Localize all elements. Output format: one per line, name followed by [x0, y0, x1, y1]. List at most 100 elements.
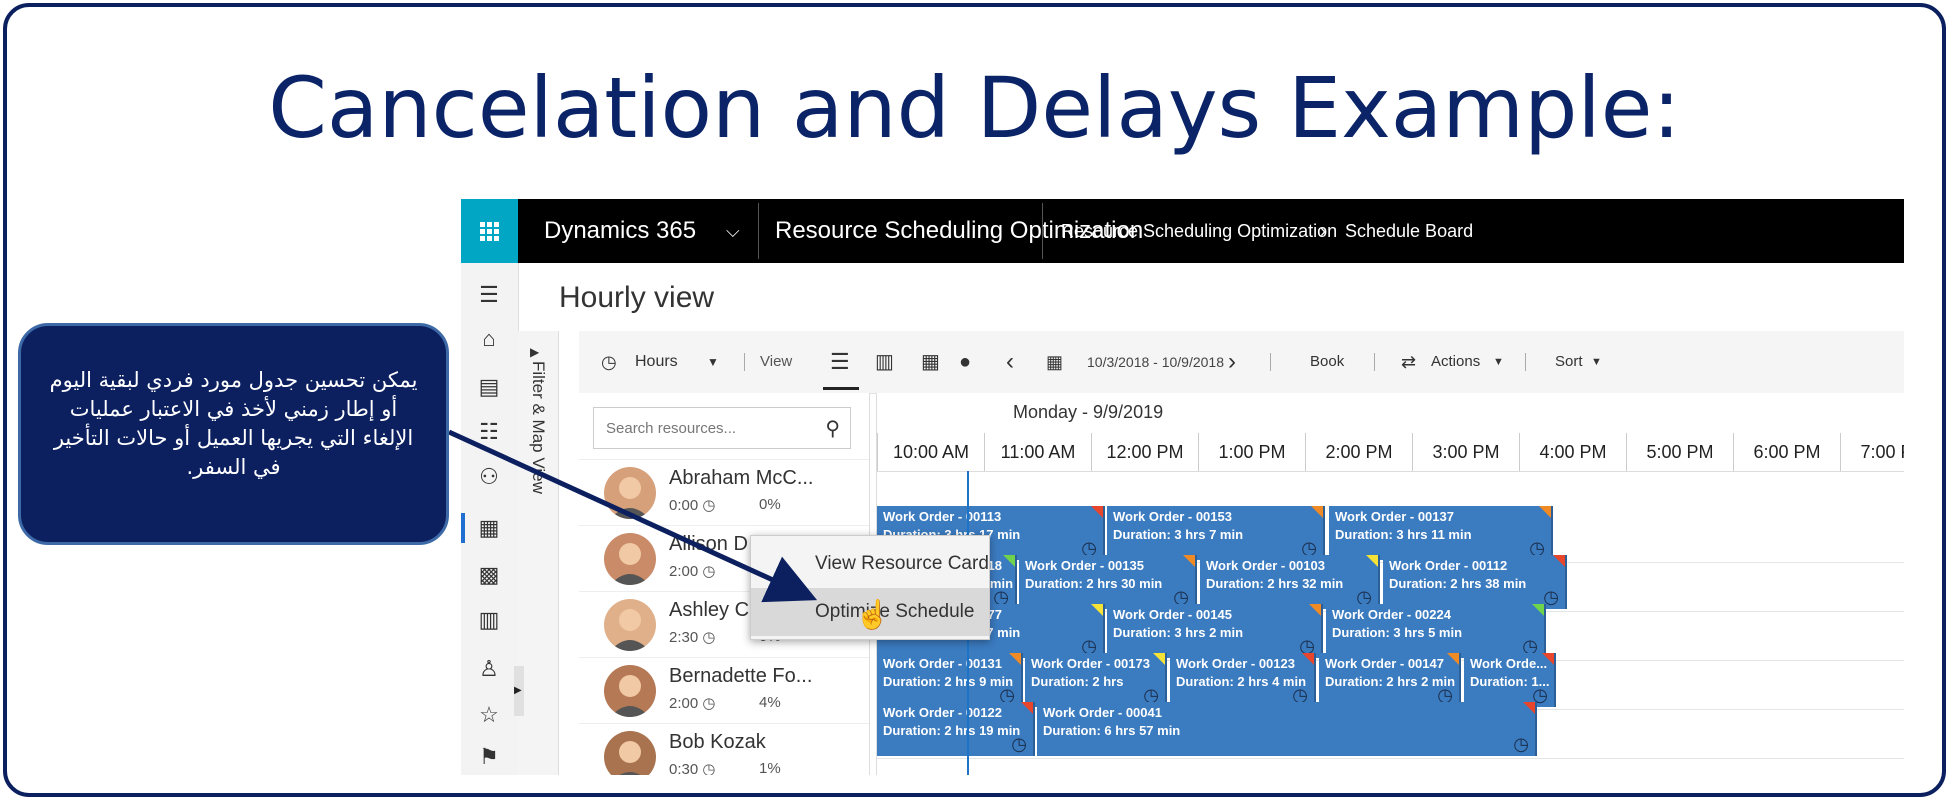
resource-row[interactable]: Abraham McC... 0:00 ◷ 0%: [579, 459, 869, 526]
expand-chevron-icon[interactable]: ▶: [530, 345, 539, 359]
grid-view-icon[interactable]: ▦: [921, 331, 940, 393]
product-name[interactable]: Dynamics 365: [544, 199, 696, 263]
priority-flag: [1447, 653, 1459, 665]
hour-label: 3:00 PM: [1412, 433, 1519, 471]
priority-flag: [1183, 555, 1195, 567]
list-person-icon[interactable]: ☷: [475, 418, 503, 446]
menu-item-view-resource-card[interactable]: View Resource Card: [751, 540, 989, 588]
hour-label: 7:00 PM: [1840, 433, 1904, 471]
priority-flag: [1539, 506, 1551, 518]
calendar-clock-icon[interactable]: ▩: [475, 561, 503, 589]
work-order-booking[interactable]: Work Order - 00131 Duration: 2 hrs 9 min ◷: [877, 653, 1023, 707]
caret-down-icon[interactable]: ▼: [707, 331, 719, 393]
work-order-booking[interactable]: Work Order - 00145 Duration: 3 hrs 2 min ◷: [1107, 604, 1323, 658]
previous-arrow-icon[interactable]: ‹: [1006, 331, 1014, 393]
actions-dropdown[interactable]: Actions: [1431, 331, 1480, 393]
priority-flag: [1091, 604, 1103, 616]
search-icon[interactable]: ⚲: [825, 416, 840, 441]
work-order-duration: Duration: 6 hrs 57 min: [1043, 723, 1181, 738]
star-icon[interactable]: ☆: [475, 701, 503, 729]
chevron-down-icon[interactable]: ⌵: [726, 199, 740, 263]
priority-flag: [1309, 604, 1321, 616]
book-button[interactable]: Book: [1310, 331, 1344, 393]
context-menu: View Resource Card Optimize Schedule ☝: [750, 535, 990, 640]
hand-cursor-icon: ☝: [855, 599, 890, 630]
breadcrumb-item-module[interactable]: Resource Scheduling Optimization: [1061, 199, 1337, 263]
hours-dropdown[interactable]: Hours: [635, 331, 678, 393]
list-view-icon[interactable]: ☰: [830, 331, 850, 393]
work-order-duration: Duration: 2 hrs 9 min: [883, 674, 1014, 689]
work-order-title: Work Order - 00224: [1332, 607, 1451, 622]
work-order-duration: Duration: 3 hrs 2 min: [1113, 625, 1244, 640]
calendar-picker-icon[interactable]: ▦: [1046, 331, 1063, 393]
person-settings-icon[interactable]: ♙: [475, 655, 503, 683]
work-order-booking[interactable]: Work Order - 00112 Duration: 2 hrs 38 min…: [1383, 555, 1567, 609]
work-order-booking[interactable]: Work Order - 00103 Duration: 2 hrs 32 min…: [1200, 555, 1380, 609]
resource-name[interactable]: Bernadette Fo...: [669, 665, 812, 688]
work-order-booking[interactable]: Work Order - 00153 Duration: 3 hrs 7 min ◷: [1107, 506, 1325, 560]
app-launcher-button[interactable]: [461, 199, 518, 263]
view-label: View: [760, 353, 793, 370]
active-nav-indicator: [461, 513, 465, 543]
calendar-list-icon[interactable]: ▥: [475, 606, 503, 634]
resource-utilization: 4%: [759, 694, 781, 711]
date-range[interactable]: 10/3/2018 - 10/9/2018: [1087, 331, 1224, 393]
flag-icon[interactable]: ⚑: [475, 743, 503, 771]
work-order-booking[interactable]: Work Order - 00123 Duration: 2 hrs 4 min ◷: [1170, 653, 1316, 707]
work-order-title: Work Order - 00123: [1176, 656, 1295, 671]
clock-icon: ◷: [601, 352, 617, 372]
resource-utilization: 0%: [759, 496, 781, 513]
resource-name[interactable]: Ashley C: [669, 599, 749, 622]
work-order-booking[interactable]: Work Order - 00041 Duration: 6 hrs 57 min…: [1037, 702, 1537, 756]
work-order-duration: Duration: 2 hrs 2 min: [1325, 674, 1456, 689]
arabic-callout: يمكن تحسين جدول مورد فردي لبقية اليوم أو…: [18, 323, 449, 545]
resource-hours: 0:00 ◷: [669, 497, 716, 514]
work-order-booking[interactable]: Work Order - 00137 Duration: 3 hrs 11 min…: [1329, 506, 1553, 560]
priority-flag: [1021, 702, 1033, 714]
work-order-title: Work Order - 00135: [1025, 558, 1144, 573]
work-order-booking[interactable]: Work Order - 00147 Duration: 2 hrs 2 min ◷: [1319, 653, 1461, 707]
resource-name[interactable]: Abraham McC...: [669, 467, 813, 490]
priority-flag: [1091, 506, 1103, 518]
work-order-booking[interactable]: Work Order - 00173 Duration: 2 hrs ◷: [1025, 653, 1167, 707]
breadcrumb-item-schedule-board[interactable]: Schedule Board: [1345, 199, 1473, 263]
hour-header-row: 10:00 AM 11:00 AM 12:00 PM 1:00 PM 2:00 PM 3:…: [877, 433, 1904, 472]
work-order-duration: Duration: 2 hrs 32 min: [1206, 576, 1344, 591]
hour-label: 4:00 PM: [1519, 433, 1626, 471]
hamburger-menu-icon[interactable]: ☰: [475, 281, 503, 309]
work-order-booking[interactable]: Work Order - 00224 Duration: 3 hrs 5 min ◷: [1326, 604, 1546, 658]
document-person-icon[interactable]: ▤: [475, 373, 503, 401]
work-order-duration: Duration: 2 hrs 38 min: [1389, 576, 1527, 591]
sort-dropdown[interactable]: Sort: [1555, 331, 1583, 393]
filter-map-pane[interactable]: ▶ Filter & Map View ▶: [514, 331, 559, 775]
resource-hours: 0:30 ◷: [669, 760, 715, 775]
search-input[interactable]: [606, 408, 806, 448]
work-order-booking[interactable]: Work Order - 00122 Duration: 2 hrs 19 min…: [877, 702, 1035, 756]
priority-flag: [1553, 555, 1565, 567]
calendar-icon[interactable]: ▦: [475, 514, 503, 542]
resource-name[interactable]: Bob Kozak: [669, 731, 766, 754]
collapse-handle-icon[interactable]: ▶: [514, 666, 524, 716]
work-order-duration: Duration: 2 hrs: [1031, 674, 1124, 689]
globe-icon[interactable]: ●: [959, 331, 971, 393]
resource-utilization: 1%: [759, 760, 781, 775]
caret-down-icon[interactable]: ▼: [1493, 331, 1504, 393]
column-view-icon[interactable]: ▥: [875, 331, 894, 393]
resource-hours: 2:30 ◷: [669, 629, 716, 646]
resource-row[interactable]: Bob Kozak 0:30 ◷ 1%: [579, 723, 869, 775]
home-icon[interactable]: ⌂: [475, 325, 503, 353]
priority-flag: [1009, 653, 1021, 665]
resource-name[interactable]: Allison D: [669, 533, 748, 556]
resource-row[interactable]: Bernadette Fo... 2:00 ◷ 4%: [579, 657, 869, 724]
day-header: Monday - 9/9/2019: [1013, 402, 1164, 422]
work-order-booking[interactable]: Work Orde... Duration: 1... ◷: [1464, 653, 1556, 707]
left-navigation: ☰ ⌂ ▤ ☷ ⚇ ▦ ▩ ▥ ♙ ☆ ⚑: [461, 263, 519, 775]
filter-pane-label: Filter & Map View: [529, 361, 548, 494]
next-arrow-icon[interactable]: ›: [1228, 331, 1236, 393]
work-order-booking[interactable]: Work Order - 00135 Duration: 2 hrs 30 min…: [1019, 555, 1197, 609]
caret-down-icon[interactable]: ▼: [1591, 331, 1602, 393]
hour-label: 5:00 PM: [1626, 433, 1733, 471]
clock-icon: ◷: [702, 695, 716, 712]
clock-icon: ◷: [1011, 734, 1027, 754]
people-icon[interactable]: ⚇: [475, 463, 503, 491]
